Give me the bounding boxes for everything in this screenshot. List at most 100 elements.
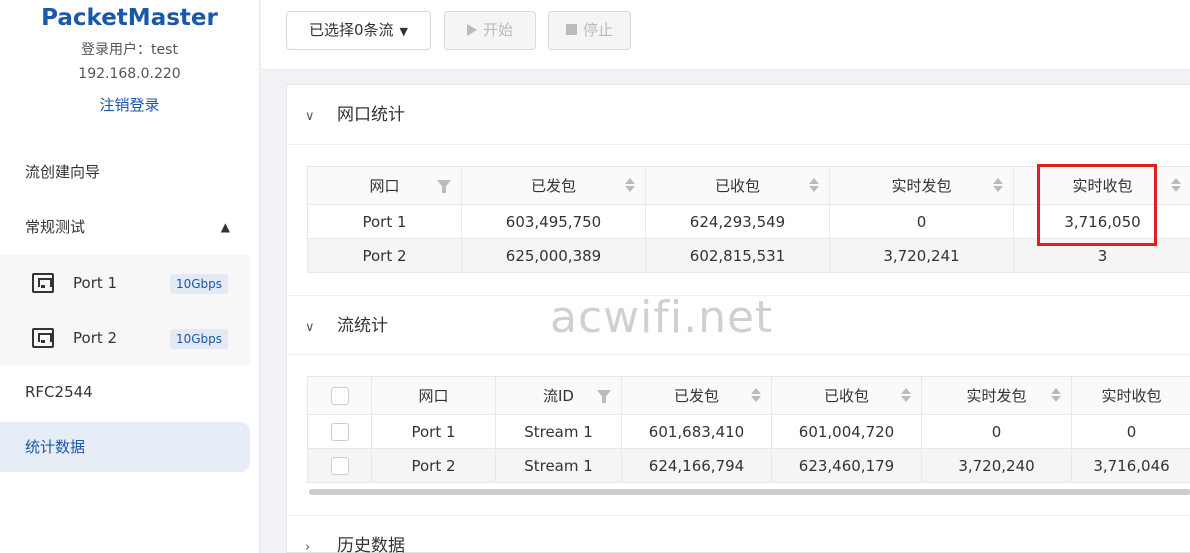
ethernet-port-icon: [32, 327, 54, 348]
logout-link[interactable]: 注销登录: [0, 95, 259, 115]
table-row: Port 2 625,000,389 602,815,531 3,720,241…: [307, 238, 1190, 273]
sidebar-item-port-2[interactable]: Port 2 10Gbps: [0, 310, 250, 365]
flow-stats-table: 网口 流ID 已发包 已收包 实时发包 实时收包 Port 1 Stream 1…: [307, 376, 1190, 483]
start-button[interactable]: 开始: [444, 11, 536, 50]
table-cell: 601,683,410: [621, 414, 772, 449]
sidebar-item-regular-test[interactable]: 常规测试 ▲: [0, 200, 260, 255]
brand-block: PacketMaster 登录用户：test 192.168.0.220 注销登…: [0, 0, 259, 115]
app-title: PacketMaster: [41, 5, 218, 31]
port-stats-header[interactable]: ∨ 网口统计: [287, 85, 1190, 145]
speed-badge: 10Gbps: [169, 329, 228, 349]
filter-icon[interactable]: [597, 390, 611, 403]
table-header-row: 网口 已发包 已收包 实时发包 实时收包: [307, 166, 1190, 205]
sort-icon[interactable]: [751, 388, 761, 402]
column-header-realtime-sent[interactable]: 实时发包: [829, 166, 1014, 205]
header-label: 网口: [369, 177, 400, 195]
chevron-down-icon: ∨: [305, 109, 315, 124]
stop-label: 停止: [582, 21, 613, 39]
stop-button[interactable]: 停止: [548, 11, 631, 50]
sidebar-item-label: RFC2544: [25, 383, 93, 401]
section-title: 流统计: [337, 316, 388, 336]
table-row: Port 1 603,495,750 624,293,549 0 3,716,0…: [307, 204, 1190, 239]
table-cell: 602,815,531: [645, 238, 830, 273]
column-header-sent[interactable]: 已发包: [461, 166, 646, 205]
stream-select-dropdown[interactable]: 已选择0条流 ▼: [286, 11, 431, 50]
table-cell: Port 2: [371, 448, 496, 483]
table-header-row: 网口 流ID 已发包 已收包 实时发包 实时收包: [307, 376, 1190, 415]
row-checkbox[interactable]: [330, 456, 349, 475]
table-cell: 625,000,389: [461, 238, 646, 273]
header-label: 实时发包: [891, 177, 952, 195]
table-cell: 0: [921, 414, 1072, 449]
horizontal-scrollbar[interactable]: [309, 489, 1190, 495]
header-label: 已发包: [530, 177, 576, 195]
sidebar-item-label: 流创建向导: [25, 163, 101, 181]
table-cell: 624,166,794: [621, 448, 772, 483]
sort-icon[interactable]: [993, 178, 1003, 192]
column-header-sent[interactable]: 已发包: [621, 376, 772, 415]
sort-icon[interactable]: [1051, 388, 1061, 402]
table-cell: 624,293,549: [645, 204, 830, 239]
column-header-stream-id[interactable]: 流ID: [495, 376, 622, 415]
select-all-checkbox[interactable]: [330, 386, 349, 405]
column-header-received[interactable]: 已收包: [645, 166, 830, 205]
sidebar-item-label: Port 1: [73, 273, 118, 292]
table-row: Port 1 Stream 1 601,683,410 601,004,720 …: [307, 414, 1190, 449]
sidebar-item-statistics[interactable]: 统计数据: [0, 422, 250, 472]
sidebar-item-label: 统计数据: [25, 438, 86, 456]
device-ip: 192.168.0.220: [78, 66, 181, 82]
table-cell: Port 1: [371, 414, 496, 449]
column-header-port[interactable]: 网口: [307, 166, 462, 205]
sort-icon[interactable]: [1171, 178, 1181, 192]
sidebar-item-wizard[interactable]: 流创建向导: [0, 145, 260, 200]
header-label: 实时收包: [1072, 177, 1133, 195]
table-cell: 623,460,179: [771, 448, 922, 483]
table-cell: Stream 1: [495, 414, 622, 449]
row-checkbox[interactable]: [330, 422, 349, 441]
section-title: 网口统计: [337, 105, 405, 125]
chevron-down-icon: ∨: [305, 320, 315, 335]
chevron-down-icon: ▼: [399, 25, 408, 38]
stop-icon: [565, 24, 577, 35]
select-all-checkbox-cell[interactable]: [307, 376, 372, 415]
sort-icon[interactable]: [625, 178, 635, 192]
play-icon: [466, 24, 477, 36]
row-checkbox-cell[interactable]: [307, 414, 372, 449]
table-cell: 3: [1013, 238, 1190, 273]
table-cell: 3,720,240: [921, 448, 1072, 483]
history-header[interactable]: › 历史数据: [287, 515, 1190, 553]
login-user: 登录用户：test: [81, 42, 178, 58]
table-cell: 603,495,750: [461, 204, 646, 239]
ethernet-port-icon: [32, 272, 54, 293]
watermark: acwifi.net: [550, 292, 774, 343]
filter-icon[interactable]: [437, 180, 451, 193]
sidebar-item-label: 常规测试: [25, 218, 86, 236]
row-checkbox-cell[interactable]: [307, 448, 372, 483]
column-header-realtime-received[interactable]: 实时收包: [1071, 376, 1190, 415]
table-cell: 0: [1071, 414, 1190, 449]
table-cell: 3,716,046: [1071, 448, 1190, 483]
chevron-up-icon: ▲: [220, 220, 230, 234]
toolbar: 已选择0条流 ▼ 开始 停止: [261, 0, 1190, 70]
table-cell: 3,720,241: [829, 238, 1014, 273]
table-cell: Port 2: [307, 238, 462, 273]
column-header-port[interactable]: 网口: [371, 376, 496, 415]
sort-icon[interactable]: [809, 178, 819, 192]
sidebar-item-port-1[interactable]: Port 1 10Gbps: [0, 255, 250, 310]
table-cell: Stream 1: [495, 448, 622, 483]
dropdown-value: 已选择0条流: [308, 21, 394, 39]
chevron-right-icon: ›: [305, 540, 311, 553]
column-header-realtime-received[interactable]: 实时收包: [1013, 166, 1190, 205]
sidebar-item-rfc2544[interactable]: RFC2544: [0, 365, 260, 420]
column-header-received[interactable]: 已收包: [771, 376, 922, 415]
sidebar-item-label: Port 2: [73, 328, 118, 347]
speed-badge: 10Gbps: [169, 274, 228, 294]
sidebar-menu: 流创建向导 常规测试 ▲ Port 1 10Gbps Port 2 10Gbps …: [0, 145, 260, 472]
header-label: 已收包: [823, 387, 869, 405]
table-row: Port 2 Stream 1 624,166,794 623,460,179 …: [307, 448, 1190, 483]
start-label: 开始: [482, 21, 513, 39]
sort-icon[interactable]: [901, 388, 911, 402]
table-cell: 0: [829, 204, 1014, 239]
column-header-realtime-sent[interactable]: 实时发包: [921, 376, 1072, 415]
header-label: 实时收包: [1101, 387, 1162, 405]
